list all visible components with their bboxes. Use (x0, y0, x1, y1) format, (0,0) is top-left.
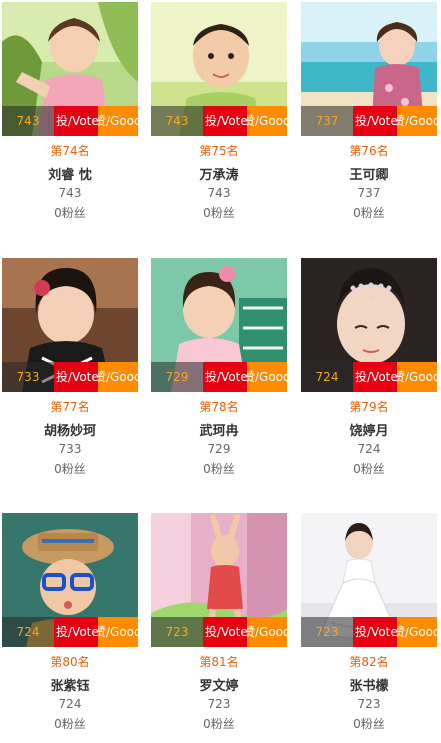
contestant-name[interactable]: 武珂冉 (151, 420, 287, 439)
fans-count: 0粉丝 (203, 462, 235, 476)
fans-count: 0粉丝 (353, 462, 385, 476)
contestant-card: 737 投/Vote 赞/Good 第76名 王可卿 737 0粉丝 (301, 2, 437, 232)
vote-bar: 743 投/Vote 赞/Good (151, 106, 287, 136)
vote-bar: 724 投/Vote 赞/Good (301, 362, 437, 392)
vote-total: 723 (357, 697, 381, 711)
contestant-name[interactable]: 王可卿 (301, 164, 437, 183)
vote-count: 743 (151, 106, 203, 136)
like-button[interactable]: 赞/Good (98, 362, 138, 392)
fans-count: 0粉丝 (54, 462, 86, 476)
vote-total: 733 (58, 442, 82, 456)
vote-total: 724 (58, 697, 82, 711)
like-button[interactable]: 赞/Good (247, 106, 287, 136)
vote-bar: 743 投/Vote 赞/Good (2, 106, 138, 136)
vote-button[interactable]: 投/Vote (203, 106, 247, 136)
vote-button[interactable]: 投/Vote (203, 617, 247, 647)
vote-count: 723 (301, 617, 353, 647)
fans-count: 0粉丝 (54, 206, 86, 220)
vote-button[interactable]: 投/Vote (54, 617, 98, 647)
vote-bar: 724 投/Vote 赞/Good (2, 617, 138, 647)
contestant-name[interactable]: 饶婷月 (301, 420, 437, 439)
vote-count: 743 (2, 106, 54, 136)
vote-bar: 733 投/Vote 赞/Good (2, 362, 138, 392)
vote-bar: 723 投/Vote 赞/Good (151, 617, 287, 647)
like-button[interactable]: 赞/Good (247, 362, 287, 392)
vote-button[interactable]: 投/Vote (353, 362, 397, 392)
vote-count: 724 (301, 362, 353, 392)
like-button[interactable]: 赞/Good (397, 617, 437, 647)
vote-total: 723 (207, 697, 231, 711)
vote-button[interactable]: 投/Vote (54, 362, 98, 392)
fans-count: 0粉丝 (54, 717, 86, 731)
like-button[interactable]: 赞/Good (397, 106, 437, 136)
contestant-card: 729 投/Vote 赞/Good 第78名 武珂冉 729 0粉丝 (151, 258, 287, 488)
like-button[interactable]: 赞/Good (98, 617, 138, 647)
vote-total: 737 (357, 186, 381, 200)
vote-total: 743 (58, 186, 82, 200)
like-button[interactable]: 赞/Good (397, 362, 437, 392)
vote-count: 723 (151, 617, 203, 647)
vote-count: 729 (151, 362, 203, 392)
like-button[interactable]: 赞/Good (98, 106, 138, 136)
contestant-name[interactable]: 张紫钰 (2, 675, 138, 694)
vote-button[interactable]: 投/Vote (203, 362, 247, 392)
contestant-card: 724 投/Vote 赞/Good 第80名 张紫钰 724 0粉丝 (2, 513, 138, 743)
rank-label: 第79名 (349, 400, 389, 414)
vote-total: 743 (207, 186, 231, 200)
contestant-name[interactable]: 刘睿 忱 (2, 164, 138, 183)
contestant-card: 723 投/Vote 赞/Good 第82名 张书檬 723 0粉丝 (301, 513, 437, 743)
vote-total: 724 (357, 442, 381, 456)
rank-label: 第78名 (199, 400, 239, 414)
fans-count: 0粉丝 (353, 206, 385, 220)
contestant-name[interactable]: 罗文婷 (151, 675, 287, 694)
contestant-card: 724 投/Vote 赞/Good 第79名 饶婷月 724 0粉丝 (301, 258, 437, 488)
contestant-card: 733 投/Vote 赞/Good 第77名 胡杨妙珂 733 0粉丝 (2, 258, 138, 488)
vote-count: 724 (2, 617, 54, 647)
vote-count: 737 (301, 106, 353, 136)
contestant-card: 723 投/Vote 赞/Good 第81名 罗文婷 723 0粉丝 (151, 513, 287, 743)
vote-count: 733 (2, 362, 54, 392)
contestant-card: 743 投/Vote 赞/Good 第75名 万承涛 743 0粉丝 (151, 2, 287, 232)
contestant-name[interactable]: 张书檬 (301, 675, 437, 694)
like-button[interactable]: 赞/Good (247, 617, 287, 647)
vote-total: 729 (207, 442, 231, 456)
fans-count: 0粉丝 (203, 717, 235, 731)
rank-label: 第75名 (199, 144, 239, 158)
vote-bar: 723 投/Vote 赞/Good (301, 617, 437, 647)
contestant-card: 743 投/Vote 赞/Good 第74名 刘睿 忱 743 0粉丝 (2, 2, 138, 232)
vote-bar: 737 投/Vote 赞/Good (301, 106, 437, 136)
rank-label: 第74名 (50, 144, 90, 158)
rank-label: 第81名 (199, 655, 239, 669)
contestant-name[interactable]: 胡杨妙珂 (2, 420, 138, 439)
vote-bar: 729 投/Vote 赞/Good (151, 362, 287, 392)
rank-label: 第76名 (349, 144, 389, 158)
rank-label: 第77名 (50, 400, 90, 414)
rank-label: 第82名 (349, 655, 389, 669)
contestant-grid: 743 投/Vote 赞/Good 第74名 刘睿 忱 743 0粉丝 743 … (0, 0, 441, 731)
rank-label: 第80名 (50, 655, 90, 669)
vote-button[interactable]: 投/Vote (54, 106, 98, 136)
contestant-name[interactable]: 万承涛 (151, 164, 287, 183)
fans-count: 0粉丝 (353, 717, 385, 731)
vote-button[interactable]: 投/Vote (353, 106, 397, 136)
fans-count: 0粉丝 (203, 206, 235, 220)
vote-button[interactable]: 投/Vote (353, 617, 397, 647)
